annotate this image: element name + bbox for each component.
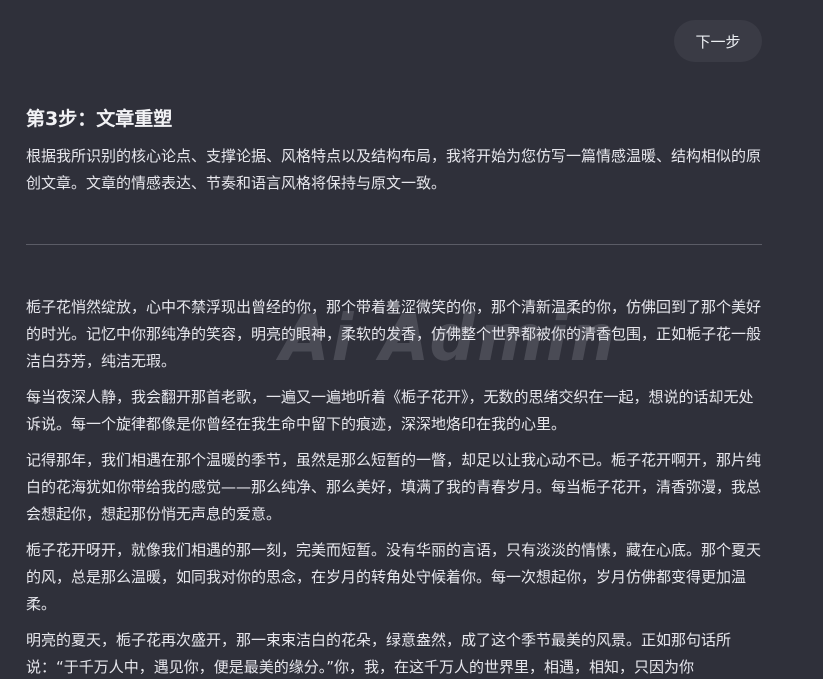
article-body: 栀子花悄然绽放，心中不禁浮现出曾经的你，那个带着羞涩微笑的你，那个清新温柔的你，…: [26, 294, 764, 679]
step-title: 第3步：文章重塑: [26, 108, 173, 130]
article-paragraph: 每当夜深人静，我会翻开那首老歌，一遍又一遍地听着《栀子花开》，无数的思绪交织在一…: [26, 388, 754, 433]
next-step-button[interactable]: 下一步: [674, 20, 762, 62]
step-intro: 根据我所识别的核心论点、支撑论据、风格特点以及结构布局，我将开始为您仿写一篇情感…: [26, 147, 762, 192]
article-paragraph: 明亮的夏天，栀子花再次盛开，那一束束洁白的花朵，绿意盎然，成了这个季节最美的风景…: [26, 631, 732, 676]
article-paragraph: 记得那年，我们相遇在那个温暖的季节，虽然是那么短暂的一瞥，却足以让我心动不已。栀…: [26, 451, 762, 523]
article-paragraph: 栀子花开呀开，就像我们相遇的那一刻，完美而短暂。没有华丽的言语，只有淡淡的情愫，…: [26, 541, 762, 613]
divider: [26, 244, 762, 245]
article-paragraph: 栀子花悄然绽放，心中不禁浮现出曾经的你，那个带着羞涩微笑的你，那个清新温柔的你，…: [26, 298, 762, 370]
